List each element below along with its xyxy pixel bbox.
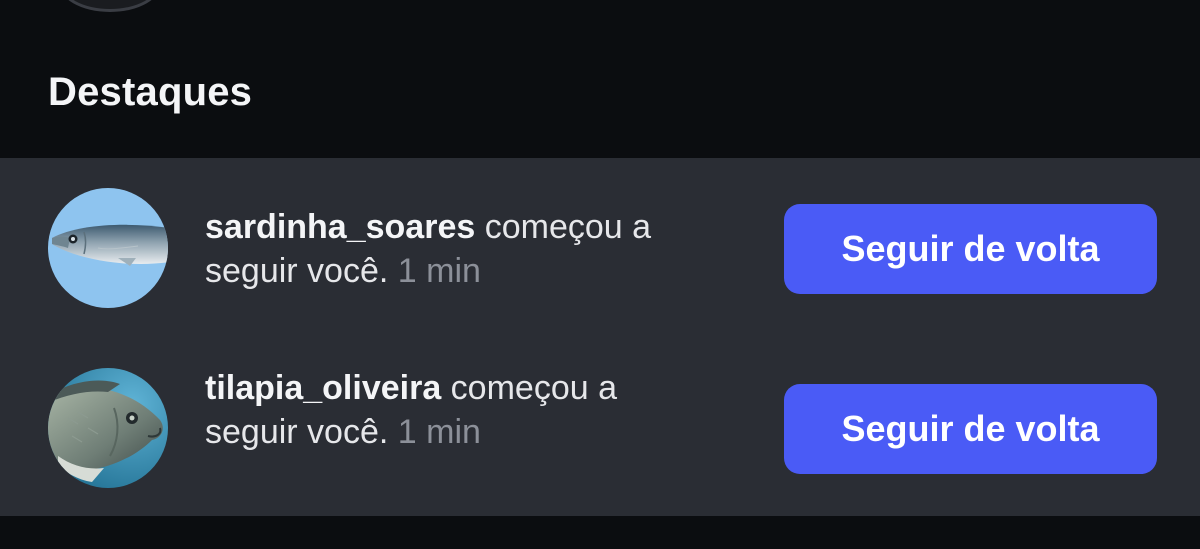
list-item: tilapia_oliveira começou a seguir você. 1… [0,338,1200,518]
username-link[interactable]: sardinha_soares [205,208,475,246]
avatar[interactable] [48,368,168,488]
tilapia-fish-avatar [48,368,168,488]
timestamp: 1 min [388,413,481,451]
avatar[interactable] [48,188,168,308]
action-text: começou a [441,369,617,407]
sardine-fish-avatar [48,188,168,308]
follow-back-button[interactable]: Seguir de volta [784,384,1157,474]
username-link[interactable]: tilapia_oliveira [205,369,441,407]
profile-avatar-partial[interactable] [58,0,162,12]
highlights-list: sardinha_soares começou a seguir você. 1 … [0,158,1200,516]
section-title: Destaques [48,70,253,114]
activity-page: Destaques sardinha_soares começou a segu… [0,0,1200,549]
follow-back-button[interactable]: Seguir de volta [784,204,1157,294]
action-text-cont: seguir você. [205,252,389,290]
action-text: começou a [475,208,652,246]
bottom-divider [0,516,1200,549]
notification-text: sardinha_soares começou a seguir você. 1 … [205,205,765,293]
action-text-cont: seguir você. [205,413,389,451]
notification-text: tilapia_oliveira começou a seguir você. 1… [205,366,765,454]
list-item: sardinha_soares começou a seguir você. 1 … [0,158,1200,338]
timestamp: 1 min [388,252,481,290]
